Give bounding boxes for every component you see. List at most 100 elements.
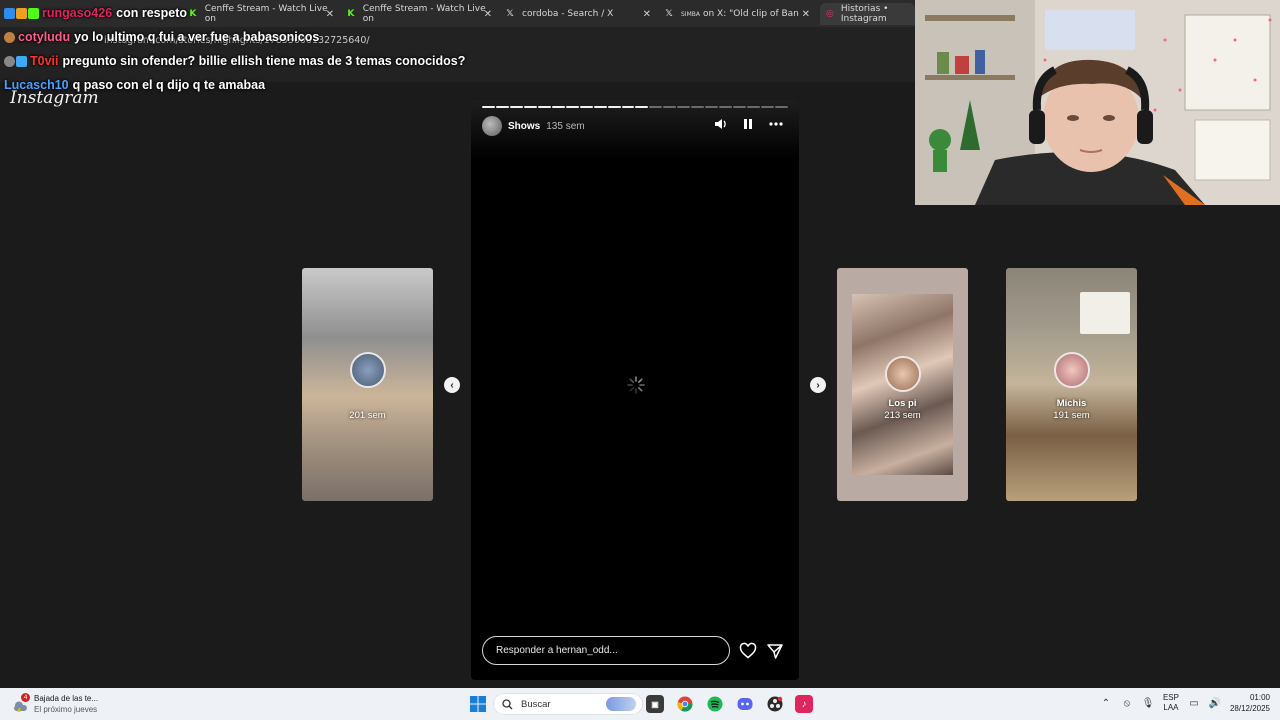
search-label: Buscar	[521, 698, 551, 710]
preview-time: 201 sem	[349, 410, 386, 421]
next-story-button[interactable]: ›	[810, 377, 826, 393]
reply-input[interactable]: Responder a hernan_odd...	[482, 636, 730, 665]
tab-kick-1[interactable]: K Cenffe Stream - Watch Live on ✕	[188, 3, 338, 25]
chat-message: T0vii pregunto sin ofender? billie ellis…	[4, 54, 465, 68]
progress-segment	[523, 106, 537, 108]
volume-icon[interactable]	[713, 117, 727, 131]
tab-badge: SIMBA	[681, 10, 700, 18]
progress-segment	[621, 106, 635, 108]
progress-segment	[691, 106, 705, 108]
progress-segment	[677, 106, 691, 108]
avatar[interactable]	[482, 116, 502, 136]
badge-icon	[4, 7, 15, 19]
progress-segment	[565, 106, 579, 108]
clock-date: 28/12/2025	[1229, 704, 1270, 713]
tab-label: Cenffe Stream - Watch Live on	[362, 4, 486, 24]
windows-start-icon[interactable]	[469, 695, 487, 713]
more-options-icon[interactable]	[769, 117, 783, 131]
language-indicator[interactable]: ESP LAA	[1163, 693, 1179, 713]
webcam-overlay	[915, 0, 1280, 205]
story-time: 135 sem	[546, 120, 585, 132]
tab-label: Cenffe Stream - Watch Live on	[204, 4, 328, 24]
keyboard-layout: LAA	[1163, 703, 1179, 712]
clock-time: 01:00	[1249, 693, 1270, 702]
weather-widget[interactable]: 4 Bajada de las te... El próximo jueves	[12, 693, 98, 715]
preview-name: Michis	[1056, 398, 1087, 409]
kick-icon: K	[189, 9, 197, 19]
task-view-icon[interactable]: ▣	[646, 695, 664, 713]
progress-segment	[509, 106, 523, 108]
heart-icon[interactable]	[739, 642, 757, 660]
close-icon[interactable]: ✕	[802, 9, 810, 20]
chat-text: yo lo ultimo q fui a ver fue a babasonic…	[74, 30, 320, 44]
progress-segment	[551, 106, 565, 108]
progress-segment	[607, 106, 621, 108]
tab-kick-2[interactable]: K Cenffe Stream - Watch Live on ✕	[346, 3, 496, 25]
microphone-icon[interactable]: 🎙	[1142, 697, 1155, 709]
preview-time: 191 sem	[1053, 410, 1090, 421]
close-icon[interactable]: ✕	[484, 9, 492, 20]
preview-name: Los pi	[888, 398, 917, 409]
chat-message: cotyludu yo lo ultimo q fui a ver fue a …	[4, 30, 319, 44]
pause-icon[interactable]	[741, 117, 755, 131]
kick-icon: K	[347, 9, 355, 19]
chrome-icon[interactable]	[676, 695, 694, 713]
chat-text: con respeto	[116, 6, 188, 20]
taskbar-search[interactable]: Buscar	[493, 693, 643, 715]
x-icon: 𝕏	[506, 9, 514, 19]
story-progress-bar	[482, 106, 788, 108]
story-preview-left[interactable]: 201 sem	[302, 268, 433, 501]
progress-segment	[593, 106, 607, 108]
progress-segment	[495, 106, 509, 108]
previous-story-button[interactable]: ‹	[444, 377, 460, 393]
notification-badge: 4	[21, 693, 30, 702]
chat-text: q paso con el q dijo q te amabaa	[72, 78, 266, 92]
reply-placeholder: Responder a hernan_odd...	[496, 645, 618, 656]
tab-x-post[interactable]: 𝕏 SIMBA on X: "Old clip of Ban ✕	[664, 3, 814, 25]
search-highlight-icon	[606, 697, 636, 711]
system-tray: ⌃ ⦸ 🎙 ESP LAA ▭ 🔊 01:00 28/12/2025	[1100, 692, 1270, 714]
progress-segment	[733, 106, 747, 108]
tiktok-icon[interactable]: ♪	[795, 695, 813, 713]
progress-segment	[761, 106, 775, 108]
progress-segment	[579, 106, 593, 108]
story-preview-right-1[interactable]: Los pi 213 sem	[837, 268, 968, 501]
spotify-icon[interactable]	[706, 695, 724, 713]
volume-icon[interactable]: 🔊	[1209, 697, 1221, 709]
chat-badges	[4, 55, 27, 67]
clock[interactable]: 01:00 28/12/2025	[1230, 692, 1270, 714]
search-icon	[502, 698, 513, 709]
tab-label: Historias • Instagram	[840, 4, 889, 24]
tab-label: cordoba - Search / X	[522, 9, 614, 19]
chat-text: pregunto sin ofender? billie ellish tien…	[62, 54, 466, 68]
chat-username: T0vii	[30, 54, 59, 68]
obs-icon[interactable]	[766, 695, 784, 713]
story-author[interactable]: Shows	[508, 121, 540, 132]
network-off-icon[interactable]: ⦸	[1121, 697, 1133, 709]
discord-icon[interactable]	[736, 695, 754, 713]
tab-instagram[interactable]: ◎ Historias • Instagram	[820, 3, 915, 25]
chevron-up-icon[interactable]: ⌃	[1100, 697, 1112, 709]
story-preview-right-2[interactable]: Michis 191 sem	[1006, 268, 1137, 501]
chat-username: rungaso426	[42, 6, 113, 20]
display-icon[interactable]: ▭	[1188, 697, 1200, 709]
send-icon[interactable]	[766, 642, 784, 660]
progress-segment	[663, 106, 677, 108]
avatar	[884, 356, 921, 392]
story-viewer[interactable]: Shows 135 sem Responder a hernan_odd...	[471, 100, 799, 680]
tab-label: on X: "Old clip of Ban	[702, 9, 799, 19]
instagram-logo[interactable]: Instagram	[10, 88, 99, 108]
weather-icon: 4	[12, 693, 30, 714]
note-card	[1080, 292, 1130, 334]
language-code: ESP	[1162, 693, 1179, 702]
story-controls	[713, 117, 783, 131]
tab-x-search[interactable]: 𝕏 cordoba - Search / X ✕	[505, 3, 655, 25]
close-icon[interactable]: ✕	[643, 9, 651, 20]
chat-badges	[4, 7, 39, 19]
x-icon: 𝕏	[665, 9, 673, 19]
weather-subtitle: El próximo jueves	[34, 705, 98, 714]
instagram-icon: ◎	[826, 9, 834, 19]
close-icon[interactable]: ✕	[326, 9, 334, 20]
preview-time: 213 sem	[884, 410, 921, 421]
progress-segment	[747, 106, 761, 108]
